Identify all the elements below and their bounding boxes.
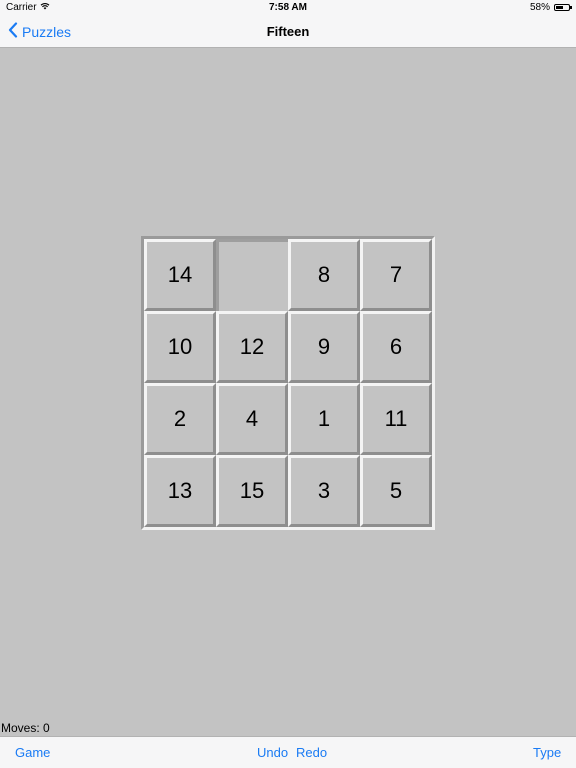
puzzle-tile[interactable]: 4 [216, 383, 288, 455]
battery-percent: 58% [529, 2, 550, 13]
bottom-toolbar: Game Undo Redo Type [0, 736, 576, 768]
moves-counter: Moves: 0 [1, 721, 50, 735]
battery-icon [554, 4, 572, 11]
puzzle-tile[interactable]: 1 [288, 383, 360, 455]
type-button[interactable]: Type [533, 745, 561, 760]
puzzle-tile[interactable]: 9 [288, 311, 360, 383]
battery-fill [556, 6, 563, 9]
page-title: Fifteen [266, 24, 310, 39]
empty-slot [216, 239, 288, 311]
status-bar: Carrier 7:58 AM 58% [0, 0, 576, 15]
redo-button[interactable]: Redo [296, 745, 327, 760]
puzzle-tile[interactable]: 15 [216, 455, 288, 527]
game-button[interactable]: Game [15, 745, 50, 760]
battery-indicator: 58% [529, 2, 572, 13]
battery-tip [570, 6, 572, 9]
puzzle-tile[interactable]: 3 [288, 455, 360, 527]
puzzle-tile[interactable]: 12 [216, 311, 288, 383]
puzzle-tile[interactable]: 14 [144, 239, 216, 311]
puzzle-tile[interactable]: 5 [360, 455, 432, 527]
navigation-bar: Puzzles Fifteen [0, 15, 576, 48]
clock: 7:58 AM [269, 2, 307, 13]
undo-button[interactable]: Undo [257, 745, 288, 760]
puzzle-tile[interactable]: 10 [144, 311, 216, 383]
puzzle-tile[interactable]: 2 [144, 383, 216, 455]
puzzle-tile[interactable]: 11 [360, 383, 432, 455]
puzzle-tile[interactable]: 13 [144, 455, 216, 527]
puzzle-board: 14 8 7 10 12 9 6 2 4 1 11 13 15 3 5 [141, 236, 435, 530]
puzzle-tile[interactable]: 6 [360, 311, 432, 383]
puzzle-tile[interactable]: 8 [288, 239, 360, 311]
puzzle-tile[interactable]: 7 [360, 239, 432, 311]
